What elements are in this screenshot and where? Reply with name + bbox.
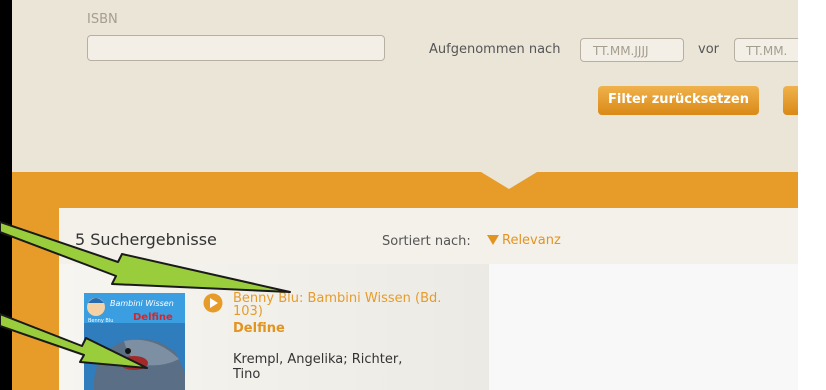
before-label: vor bbox=[698, 42, 719, 57]
result-authors: Krempl, Angelika; Richter, Tino bbox=[233, 352, 403, 382]
result-item: Bambini Wissen Delfine Benny Blu Benny B… bbox=[59, 264, 489, 390]
filter-area: ISBN Aufgenommen nach TT.MM.JJJJ vor TT.… bbox=[12, 0, 823, 172]
date-from-input[interactable]: TT.MM.JJJJ bbox=[580, 38, 684, 62]
sort-label: Sortiert nach: bbox=[382, 234, 471, 249]
book-cover[interactable]: Bambini Wissen Delfine Benny Blu bbox=[84, 293, 185, 390]
added-after-label: Aufgenommen nach bbox=[429, 42, 561, 57]
cover-brand-text: Benny Blu bbox=[88, 318, 113, 324]
section-notch bbox=[481, 172, 537, 189]
reset-filters-button[interactable]: Filter zurücksetzen bbox=[598, 86, 759, 115]
results-count: 5 Suchergebnisse bbox=[75, 230, 217, 249]
sort-down-icon[interactable] bbox=[487, 235, 499, 245]
page: ISBN Aufgenommen nach TT.MM.JJJJ vor TT.… bbox=[12, 0, 826, 390]
result-detail-area bbox=[489, 264, 798, 390]
sort-relevance-link[interactable]: Relevanz bbox=[502, 233, 561, 248]
result-subtitle: Delfine bbox=[233, 321, 285, 336]
isbn-input[interactable] bbox=[87, 35, 385, 61]
right-edge bbox=[798, 0, 826, 390]
cover-title-text: Delfine bbox=[133, 312, 173, 323]
play-icon[interactable] bbox=[203, 293, 223, 313]
cover-series-text: Bambini Wissen bbox=[110, 299, 174, 308]
results-panel: 5 Suchergebnisse Sortiert nach: Relevanz… bbox=[59, 208, 798, 390]
isbn-label: ISBN bbox=[87, 12, 118, 27]
result-title-link[interactable]: Benny Blu: Bambini Wissen (Bd. 103) bbox=[233, 292, 473, 318]
